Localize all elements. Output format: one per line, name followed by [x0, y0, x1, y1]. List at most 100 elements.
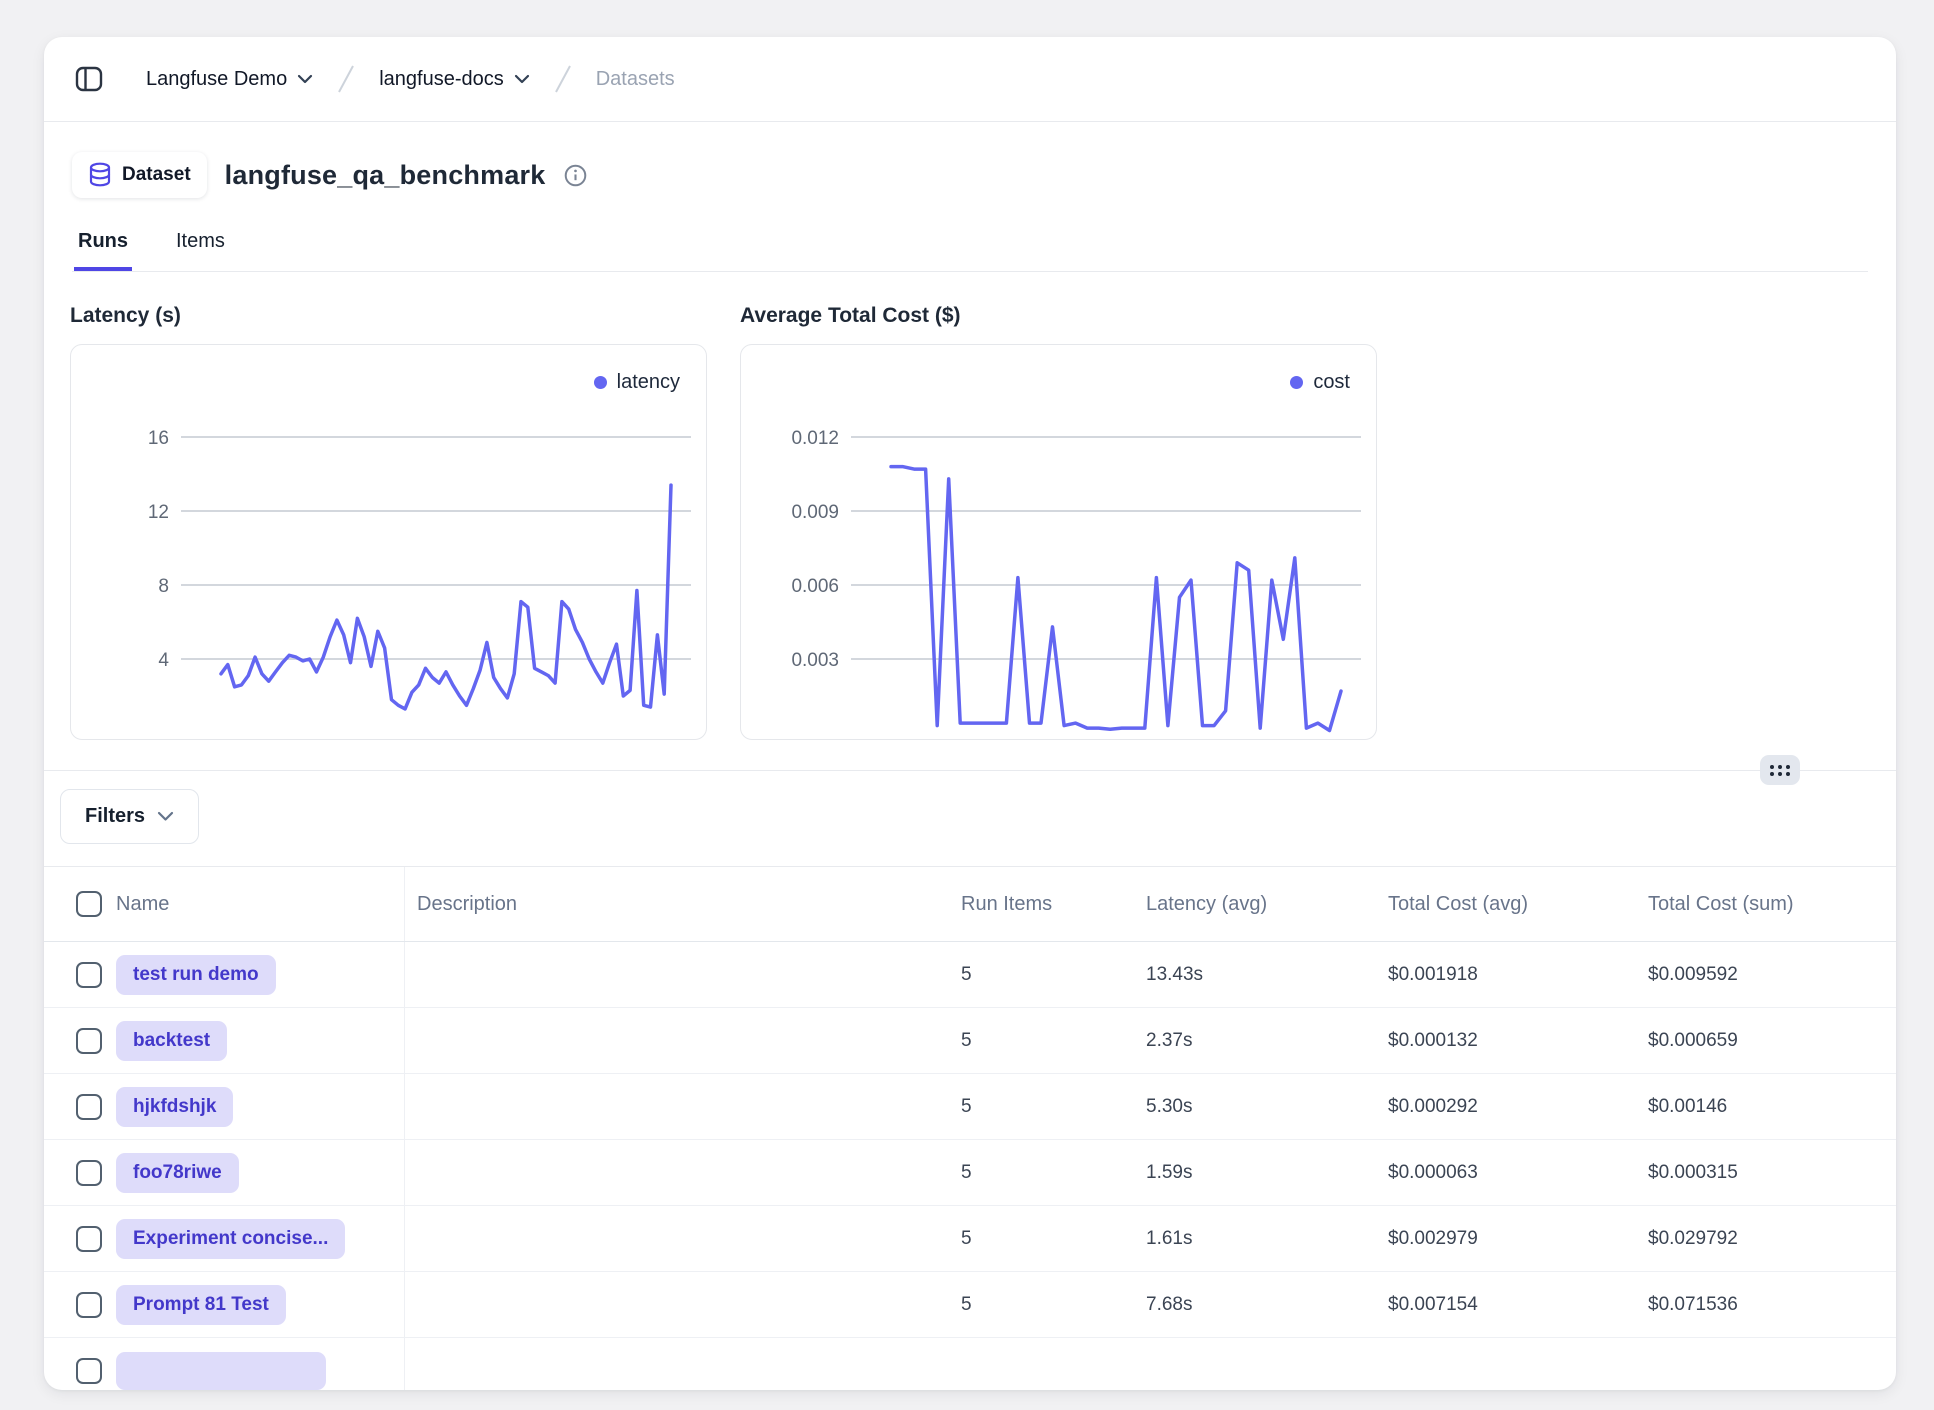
table-row: Prompt 81 Test 57.68s$0.007154$0.071536	[44, 1272, 1896, 1338]
row-checkbox[interactable]	[76, 1226, 102, 1252]
column-header-total-cost-sum: Total Cost (sum)	[1648, 893, 1896, 916]
row-checkbox[interactable]	[76, 1028, 102, 1054]
svg-text:4: 4	[158, 650, 169, 671]
chevron-down-icon	[514, 74, 530, 84]
row-checkbox[interactable]	[76, 1292, 102, 1318]
run-name-badge[interactable]: Prompt 81 Test	[116, 1285, 286, 1325]
run-name-badge[interactable]: test run demo	[116, 955, 276, 995]
filters-bar: Filters	[44, 771, 1896, 844]
breadcrumb-project-label: langfuse-docs	[379, 68, 504, 91]
row-checkbox-cell	[44, 1094, 102, 1120]
tab-runs[interactable]: Runs	[74, 224, 132, 271]
svg-text:16: 16	[148, 428, 169, 449]
column-header-description: Description	[405, 893, 961, 916]
row-checkbox[interactable]	[76, 1358, 102, 1384]
run-items-value: 5	[961, 1030, 1146, 1052]
table-body: test run demo513.43s$0.001918$0.009592ba…	[44, 942, 1896, 1390]
svg-text:12: 12	[148, 502, 169, 523]
row-checkbox-cell	[44, 1292, 102, 1318]
run-name-cell: foo78riwe	[102, 1140, 405, 1205]
latency-avg-value: 7.68s	[1146, 1294, 1388, 1316]
breadcrumb-page-label[interactable]: Datasets	[596, 68, 675, 91]
filters-button[interactable]: Filters	[60, 789, 199, 844]
run-name-cell	[102, 1338, 405, 1390]
table-row: hjkfdshjk55.30s$0.000292$0.00146	[44, 1074, 1896, 1140]
row-checkbox-cell	[44, 962, 102, 988]
table-row-partial	[44, 1338, 1896, 1390]
breadcrumb: Langfuse Demo langfuse-docs Datasets	[44, 37, 1896, 122]
total-cost-sum-value: $0.000315	[1648, 1162, 1896, 1184]
line-chart-svg: 4 8 12 16	[71, 345, 708, 741]
svg-text:0.003: 0.003	[791, 650, 839, 671]
column-header-name: Name	[102, 867, 405, 941]
sidebar-toggle-button[interactable]	[72, 62, 106, 96]
total-cost-avg-value: $0.007154	[1388, 1294, 1648, 1316]
run-items-value: 5	[961, 1294, 1146, 1316]
latency-avg-value: 1.59s	[1146, 1162, 1388, 1184]
page-title: langfuse_qa_benchmark	[225, 160, 546, 191]
total-cost-avg-value: $0.002979	[1388, 1228, 1648, 1250]
run-name-cell: test run demo	[102, 942, 405, 1007]
table-header-row: Name Description Run Items Latency (avg)…	[44, 867, 1896, 942]
svg-text:8: 8	[158, 576, 169, 597]
charts-section: Latency (s) latency 481216 Average Total…	[44, 272, 1896, 768]
total-cost-sum-value: $0.029792	[1648, 1228, 1896, 1250]
row-checkbox[interactable]	[76, 1160, 102, 1186]
total-cost-avg-value: $0.000063	[1388, 1162, 1648, 1184]
run-name-badge[interactable]	[116, 1352, 326, 1390]
table-row: Experiment concise...51.61s$0.002979$0.0…	[44, 1206, 1896, 1272]
run-name-cell: hjkfdshjk	[102, 1074, 405, 1139]
section-divider	[44, 770, 1896, 771]
latency-chart: latency 481216	[70, 344, 707, 740]
svg-text:0.012: 0.012	[791, 428, 839, 449]
run-name-badge[interactable]: Experiment concise...	[116, 1219, 345, 1259]
drag-handle-icon	[1770, 765, 1790, 776]
cost-chart-title: Average Total Cost ($)	[740, 304, 1377, 328]
row-checkbox-cell	[44, 1028, 102, 1054]
run-name-badge[interactable]: foo78riwe	[116, 1153, 239, 1193]
column-header-total-cost-avg: Total Cost (avg)	[1388, 893, 1648, 916]
table-row: test run demo 513.43s$0.001918$0.009592	[44, 942, 1896, 1008]
run-name-cell: backtest	[102, 1008, 405, 1073]
row-checkbox-cell	[44, 1160, 102, 1186]
select-all-checkbox[interactable]	[76, 891, 102, 917]
run-items-value: 5	[961, 964, 1146, 986]
database-icon	[88, 162, 112, 188]
chevron-down-icon	[297, 74, 313, 84]
total-cost-sum-value: $0.071536	[1648, 1294, 1896, 1316]
total-cost-avg-value: $0.001918	[1388, 964, 1648, 986]
row-checkbox[interactable]	[76, 1094, 102, 1120]
breadcrumb-org-label: Langfuse Demo	[146, 68, 287, 91]
run-items-value: 5	[961, 1096, 1146, 1118]
chevron-down-icon	[157, 811, 174, 822]
info-icon[interactable]	[563, 163, 588, 188]
breadcrumb-separator-icon	[552, 62, 574, 96]
latency-avg-value: 13.43s	[1146, 964, 1388, 986]
resize-handle[interactable]	[1760, 755, 1800, 785]
latency-avg-value: 5.30s	[1146, 1096, 1388, 1118]
run-items-value: 5	[961, 1162, 1146, 1184]
tab-bar: Runs Items	[72, 224, 1868, 272]
dataset-type-badge: Dataset	[72, 152, 207, 198]
breadcrumb-separator-icon	[335, 62, 357, 96]
total-cost-sum-value: $0.009592	[1648, 964, 1896, 986]
total-cost-avg-value: $0.000132	[1388, 1030, 1648, 1052]
row-checkbox[interactable]	[76, 962, 102, 988]
total-cost-sum-value: $0.00146	[1648, 1096, 1896, 1118]
column-header-latency-avg: Latency (avg)	[1146, 893, 1388, 916]
tab-items[interactable]: Items	[172, 224, 229, 271]
cost-chart: cost 0.0030.0060.0090.012	[740, 344, 1377, 740]
run-name-badge[interactable]: hjkfdshjk	[116, 1087, 233, 1127]
svg-text:0.006: 0.006	[791, 576, 839, 597]
run-items-value: 5	[961, 1228, 1146, 1250]
svg-text:0.009: 0.009	[791, 502, 839, 523]
latency-chart-title: Latency (s)	[70, 304, 707, 328]
run-name-badge[interactable]: backtest	[116, 1021, 227, 1061]
run-name-cell: Prompt 81 Test	[102, 1272, 405, 1337]
table-row: backtest52.37s$0.000132$0.000659	[44, 1008, 1896, 1074]
row-checkbox-cell	[44, 1358, 102, 1384]
latency-avg-value: 2.37s	[1146, 1030, 1388, 1052]
table-row: foo78riwe 51.59s$0.000063$0.000315	[44, 1140, 1896, 1206]
breadcrumb-project[interactable]: langfuse-docs	[379, 68, 530, 91]
breadcrumb-org[interactable]: Langfuse Demo	[146, 68, 313, 91]
